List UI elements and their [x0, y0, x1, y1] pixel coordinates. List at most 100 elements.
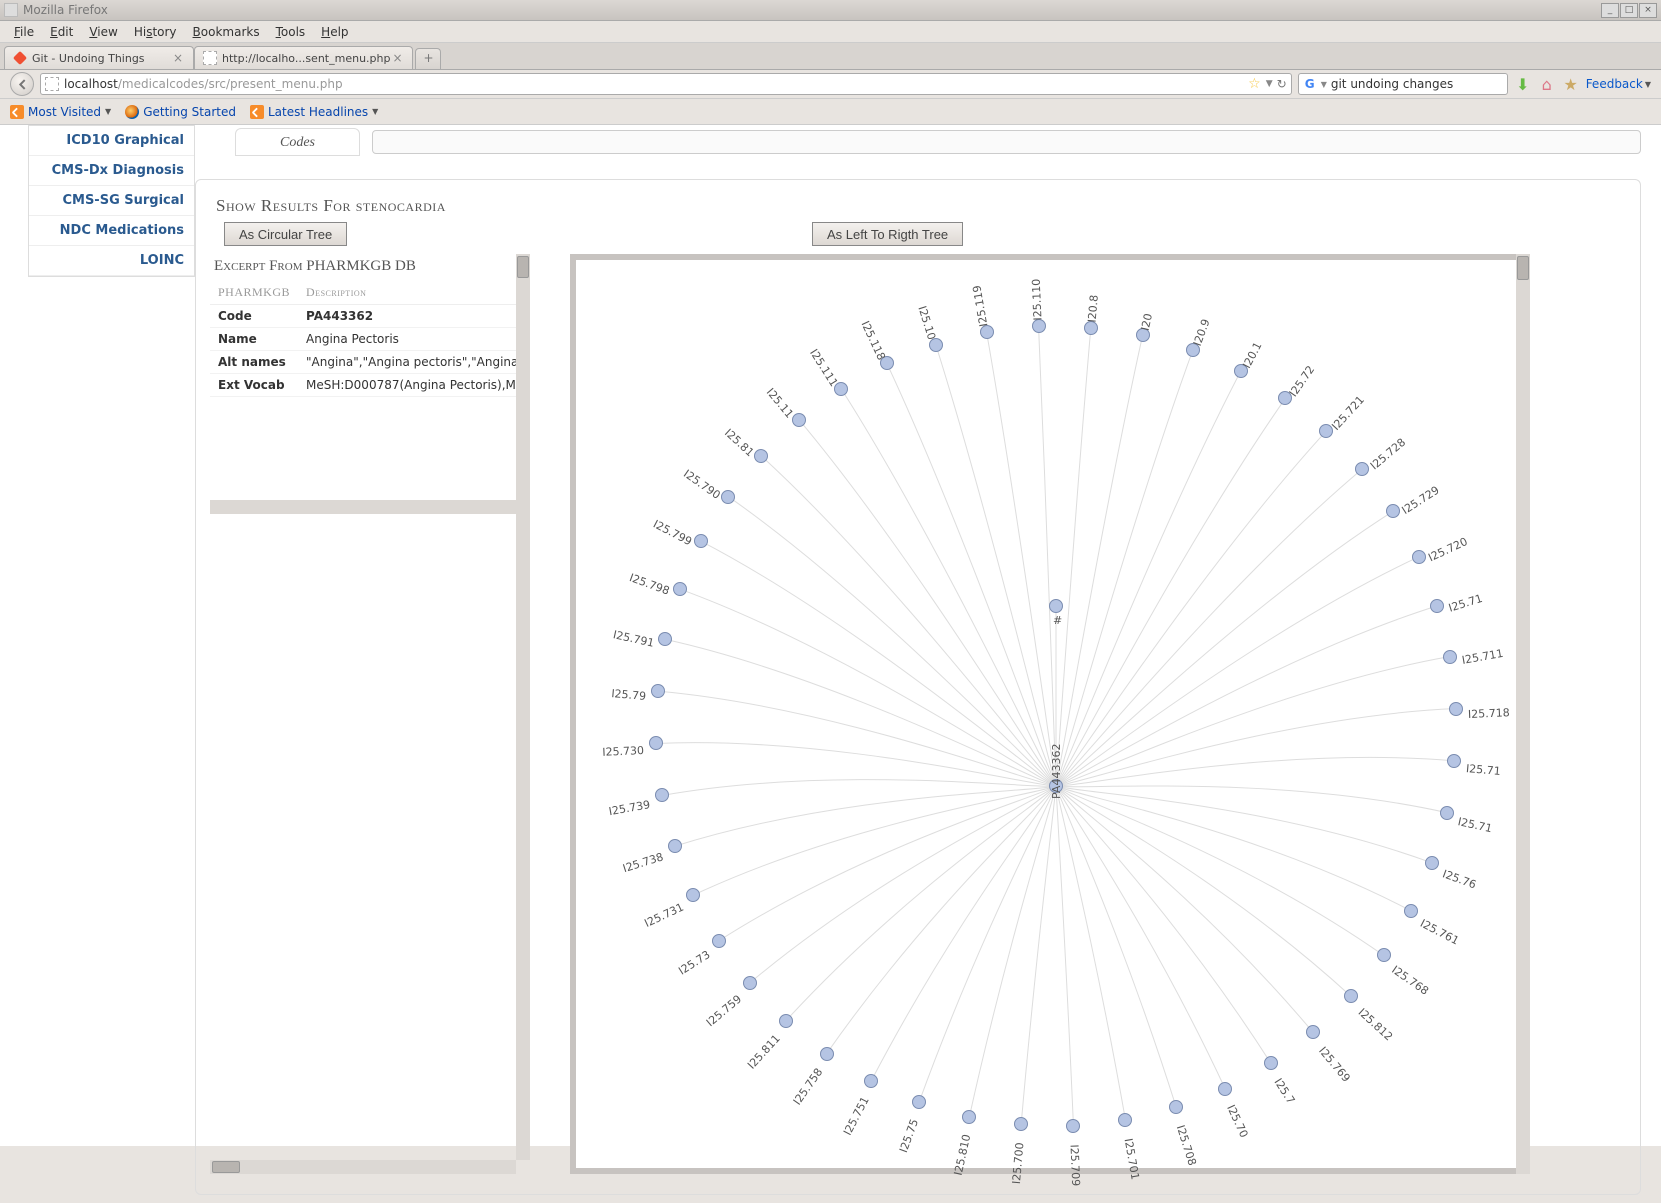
- page-icon: [45, 77, 59, 91]
- tab-label: Git - Undoing Things: [32, 52, 145, 65]
- downloads-icon[interactable]: ⬇: [1514, 75, 1532, 93]
- bookmark-most-visited[interactable]: Most Visited ▼: [10, 105, 111, 119]
- excerpt-horizontal-scrollbar[interactable]: [210, 1160, 516, 1174]
- graph-vertical-scrollbar[interactable]: [1516, 254, 1530, 1174]
- main: Codes Show Results For stenocardia As Ci…: [195, 125, 1661, 1146]
- node-leaf[interactable]: [1032, 319, 1046, 333]
- dropdown-icon: ▼: [105, 107, 111, 116]
- tab-1[interactable]: http://localho...sent_menu.php ×: [194, 46, 413, 69]
- sidebar-item-icd10[interactable]: ICD10 Graphical: [29, 126, 194, 156]
- home-icon[interactable]: ⌂: [1538, 75, 1556, 93]
- minimize-button[interactable]: _: [1601, 3, 1619, 18]
- node-leaf[interactable]: [721, 490, 735, 504]
- excerpt-title: Excerpt From PHARMKGB DB: [210, 254, 516, 281]
- node-leaf[interactable]: [864, 1074, 878, 1088]
- toolbar-icons-placeholder: [1551, 121, 1661, 145]
- node-leaf[interactable]: [1404, 904, 1418, 918]
- excerpt-vertical-scrollbar[interactable]: [516, 254, 530, 1160]
- menu-view[interactable]: View: [81, 23, 125, 41]
- close-button[interactable]: ×: [1639, 3, 1657, 18]
- table-row: Name Angina Pectoris: [210, 328, 530, 351]
- node-leaf[interactable]: [754, 449, 768, 463]
- column-header: PHARMKGB: [210, 281, 298, 305]
- addon-icon[interactable]: ★: [1562, 75, 1580, 93]
- menu-file[interactable]: File: [6, 23, 42, 41]
- bookmarks-toolbar: Most Visited ▼ Getting Started Latest He…: [0, 99, 1661, 125]
- as-circular-tree-button[interactable]: As Circular Tree: [224, 222, 347, 246]
- engine-dropdown-icon[interactable]: ▼: [1321, 80, 1327, 89]
- sidebar-item-cms-sg[interactable]: CMS-SG Surgical: [29, 186, 194, 216]
- feedback-dropdown-icon[interactable]: ▼: [1645, 80, 1651, 89]
- top-tab-row: Codes: [195, 125, 1641, 159]
- table-row: Ext Vocab MeSH:D000787(Angina Pectoris),…: [210, 374, 530, 397]
- node-leaf[interactable]: [1412, 550, 1426, 564]
- page-body: ICD10 Graphical CMS-Dx Diagnosis CMS-SG …: [0, 125, 1661, 1146]
- node-leaf[interactable]: [792, 413, 806, 427]
- new-tab-button[interactable]: +: [415, 48, 441, 69]
- feedback-link[interactable]: Feedback▼: [1586, 77, 1651, 91]
- maximize-button[interactable]: □: [1620, 3, 1638, 18]
- excerpt-table: PHARMKGB Description Code PA443362 Name …: [210, 281, 530, 397]
- tab-0[interactable]: Git - Undoing Things ×: [4, 46, 194, 69]
- node-leaf[interactable]: [1440, 806, 1454, 820]
- node-label-leaf: I25.718: [1467, 706, 1509, 721]
- sidebar-item-ndc[interactable]: NDC Medications: [29, 216, 194, 246]
- google-engine-icon[interactable]: G: [1303, 77, 1317, 91]
- url-dropdown-icon[interactable]: ▼: [1266, 79, 1273, 89]
- menu-help[interactable]: Help: [313, 23, 356, 41]
- node-label-leaf: I25.730: [584, 744, 645, 760]
- tab-close-icon[interactable]: ×: [390, 51, 404, 65]
- node-leaf[interactable]: [668, 839, 682, 853]
- bookmark-getting-started[interactable]: Getting Started: [125, 105, 236, 119]
- node-leaf[interactable]: [743, 976, 757, 990]
- reload-icon[interactable]: ↻: [1277, 77, 1287, 91]
- node-leaf[interactable]: [1449, 702, 1463, 716]
- node-leaf[interactable]: [1218, 1082, 1232, 1096]
- node-leaf[interactable]: [962, 1110, 976, 1124]
- menu-tools[interactable]: Tools: [268, 23, 314, 41]
- firefox-icon: [4, 3, 18, 17]
- as-left-to-right-tree-button[interactable]: As Left To Rigth Tree: [812, 222, 963, 246]
- bookmark-latest-headlines[interactable]: Latest Headlines ▼: [250, 105, 378, 119]
- window-titlebar: Mozilla Firefox _ □ ×: [0, 0, 1661, 21]
- node-leaf[interactable]: [820, 1047, 834, 1061]
- back-button[interactable]: [10, 72, 34, 96]
- node-label-center: PA443362: [1050, 744, 1063, 799]
- radial-tree-graph[interactable]: PA443362#I25.119I25.110I20.8I20I20.9I20.…: [570, 254, 1530, 1174]
- node-label-hash: #: [1053, 614, 1062, 627]
- rss-icon: [10, 105, 24, 119]
- url-bar[interactable]: localhost/medicalcodes/src/present_menu.…: [40, 73, 1292, 95]
- tab-close-icon[interactable]: ×: [171, 51, 185, 65]
- node-leaf[interactable]: [651, 684, 665, 698]
- node-leaf[interactable]: [712, 934, 726, 948]
- table-row: Code PA443362: [210, 305, 530, 328]
- table-row: Alt names "Angina","Angina pectoris","An…: [210, 351, 530, 374]
- bookmark-star-icon[interactable]: ☆: [1248, 76, 1261, 92]
- search-bar[interactable]: G ▼ git undoing changes: [1298, 73, 1508, 95]
- menu-bookmarks[interactable]: Bookmarks: [185, 23, 268, 41]
- nav-toolbar: localhost/medicalcodes/src/present_menu.…: [0, 70, 1661, 99]
- node-leaf[interactable]: [980, 325, 994, 339]
- node-label-leaf: I25.110: [1030, 279, 1045, 321]
- node-hash[interactable]: [1049, 599, 1063, 613]
- node-leaf[interactable]: [1443, 650, 1457, 664]
- tab-label: http://localho...sent_menu.php: [222, 52, 390, 65]
- column-header: Description: [298, 281, 530, 305]
- top-search-input[interactable]: [372, 130, 1641, 154]
- menu-edit[interactable]: Edit: [42, 23, 81, 41]
- sidebar-item-cms-dx[interactable]: CMS-Dx Diagnosis: [29, 156, 194, 186]
- menu-history[interactable]: History: [126, 23, 185, 41]
- node-leaf[interactable]: [1377, 948, 1391, 962]
- node-leaf[interactable]: [1066, 1119, 1080, 1133]
- results-card: Show Results For stenocardia As Circular…: [195, 179, 1641, 1195]
- results-title: Show Results For stenocardia: [216, 196, 1626, 216]
- git-favicon-icon: [13, 51, 27, 65]
- tab-codes[interactable]: Codes: [235, 128, 360, 156]
- firefox-icon: [125, 105, 139, 119]
- sidebar-item-loinc[interactable]: LOINC: [29, 246, 194, 276]
- node-leaf[interactable]: [1425, 856, 1439, 870]
- node-label-leaf: I25.709: [1067, 1144, 1082, 1186]
- url-host: localhost: [64, 77, 118, 91]
- node-leaf[interactable]: [779, 1014, 793, 1028]
- node-leaf[interactable]: [912, 1095, 926, 1109]
